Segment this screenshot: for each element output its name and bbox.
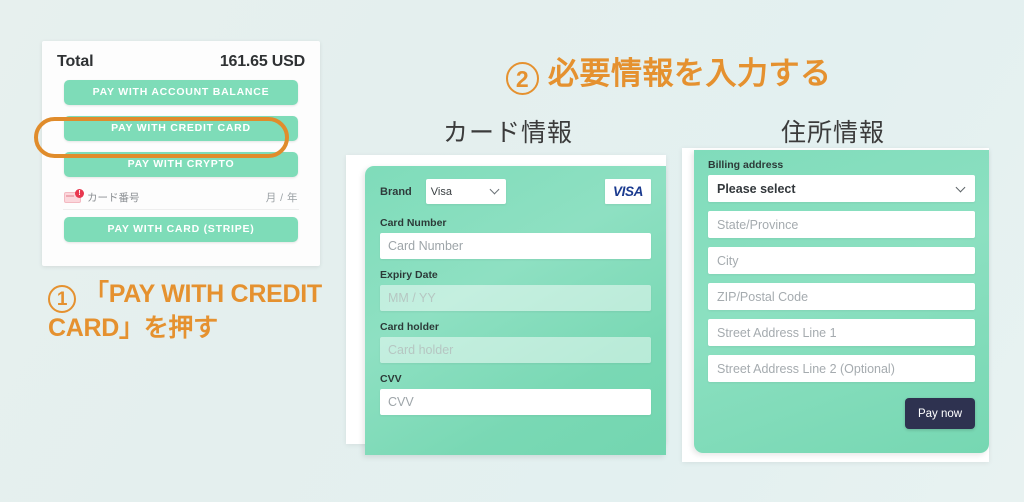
billing-address-label: Billing address xyxy=(708,159,784,171)
step-2-annotation: 2 必要情報を入力する xyxy=(506,48,832,95)
expiry-date-field-label: Expiry Date xyxy=(380,269,438,281)
checkout-panel: Total 161.65 USD PAY WITH ACCOUNT BALANC… xyxy=(42,41,320,266)
card-holder-field-label: Card holder xyxy=(380,321,439,333)
address-section-heading: 住所情報 xyxy=(781,119,886,147)
brand-select-value: Visa xyxy=(430,185,452,198)
card-number-input[interactable] xyxy=(380,233,651,259)
billing-address-panel: Billing address Please select Pay now xyxy=(682,148,989,462)
city-input[interactable] xyxy=(708,247,975,274)
card-holder-input[interactable] xyxy=(380,337,651,363)
visa-logo-icon: VISA xyxy=(605,179,651,204)
error-badge-icon: ! xyxy=(75,189,84,198)
pay-now-row: Pay now xyxy=(708,398,975,429)
total-row: Total 161.65 USD xyxy=(54,49,308,80)
step-2-text: 必要情報を入力する xyxy=(548,56,832,91)
step-1-annotation: 1 「PAY WITH CREDIT CARD」を押す xyxy=(48,279,348,345)
step-1-text: 「PAY WITH CREDIT CARD」を押す xyxy=(48,280,322,342)
card-number-left-group: ! カード番号 xyxy=(64,189,140,205)
expiry-date-input[interactable] xyxy=(380,285,651,311)
card-number-label: カード番号 xyxy=(87,192,140,204)
billing-country-select-value: Please select xyxy=(717,181,796,196)
card-information-panel: Brand Visa VISA Card Number Expiry Date … xyxy=(346,155,666,455)
step-2-number: 2 xyxy=(506,62,539,95)
brand-label: Brand xyxy=(380,185,412,198)
zip-postal-code-input[interactable] xyxy=(708,283,975,310)
pay-now-button[interactable]: Pay now xyxy=(905,398,975,429)
expiry-hint-label: 月 / 年 xyxy=(265,192,298,204)
pay-with-card-stripe-button[interactable]: PAY WITH CARD (STRIPE) xyxy=(64,217,298,242)
total-amount: 161.65 USD xyxy=(219,53,305,70)
billing-country-select[interactable]: Please select xyxy=(708,175,975,202)
pay-with-credit-card-button[interactable]: PAY WITH CREDIT CARD xyxy=(64,116,298,141)
total-label: Total xyxy=(57,53,94,70)
credit-card-icon: ! xyxy=(64,189,84,203)
state-province-input[interactable] xyxy=(708,211,975,238)
pay-with-account-balance-button[interactable]: PAY WITH ACCOUNT BALANCE xyxy=(64,80,298,105)
pay-with-crypto-button[interactable]: PAY WITH CRYPTO xyxy=(64,152,298,177)
card-section-heading: カード情報 xyxy=(443,119,574,147)
cvv-field-label: CVV xyxy=(380,373,402,385)
street-address-line-1-input[interactable] xyxy=(708,319,975,346)
billing-address-form: Billing address Please select Pay now xyxy=(694,150,989,453)
chevron-down-icon xyxy=(489,184,500,195)
card-information-form: Brand Visa VISA Card Number Expiry Date … xyxy=(365,166,666,455)
street-address-line-2-input[interactable] xyxy=(708,355,975,382)
step-1-number: 1 xyxy=(48,285,76,313)
brand-row: Brand Visa VISA xyxy=(380,178,651,205)
chevron-down-icon xyxy=(955,182,966,193)
cvv-input[interactable] xyxy=(380,389,651,415)
brand-select[interactable]: Visa xyxy=(425,179,506,204)
card-number-row: ! カード番号 月 / 年 xyxy=(63,188,299,210)
card-number-field-label: Card Number xyxy=(380,217,447,229)
screenshot-stage: Total 161.65 USD PAY WITH ACCOUNT BALANC… xyxy=(0,0,1024,502)
